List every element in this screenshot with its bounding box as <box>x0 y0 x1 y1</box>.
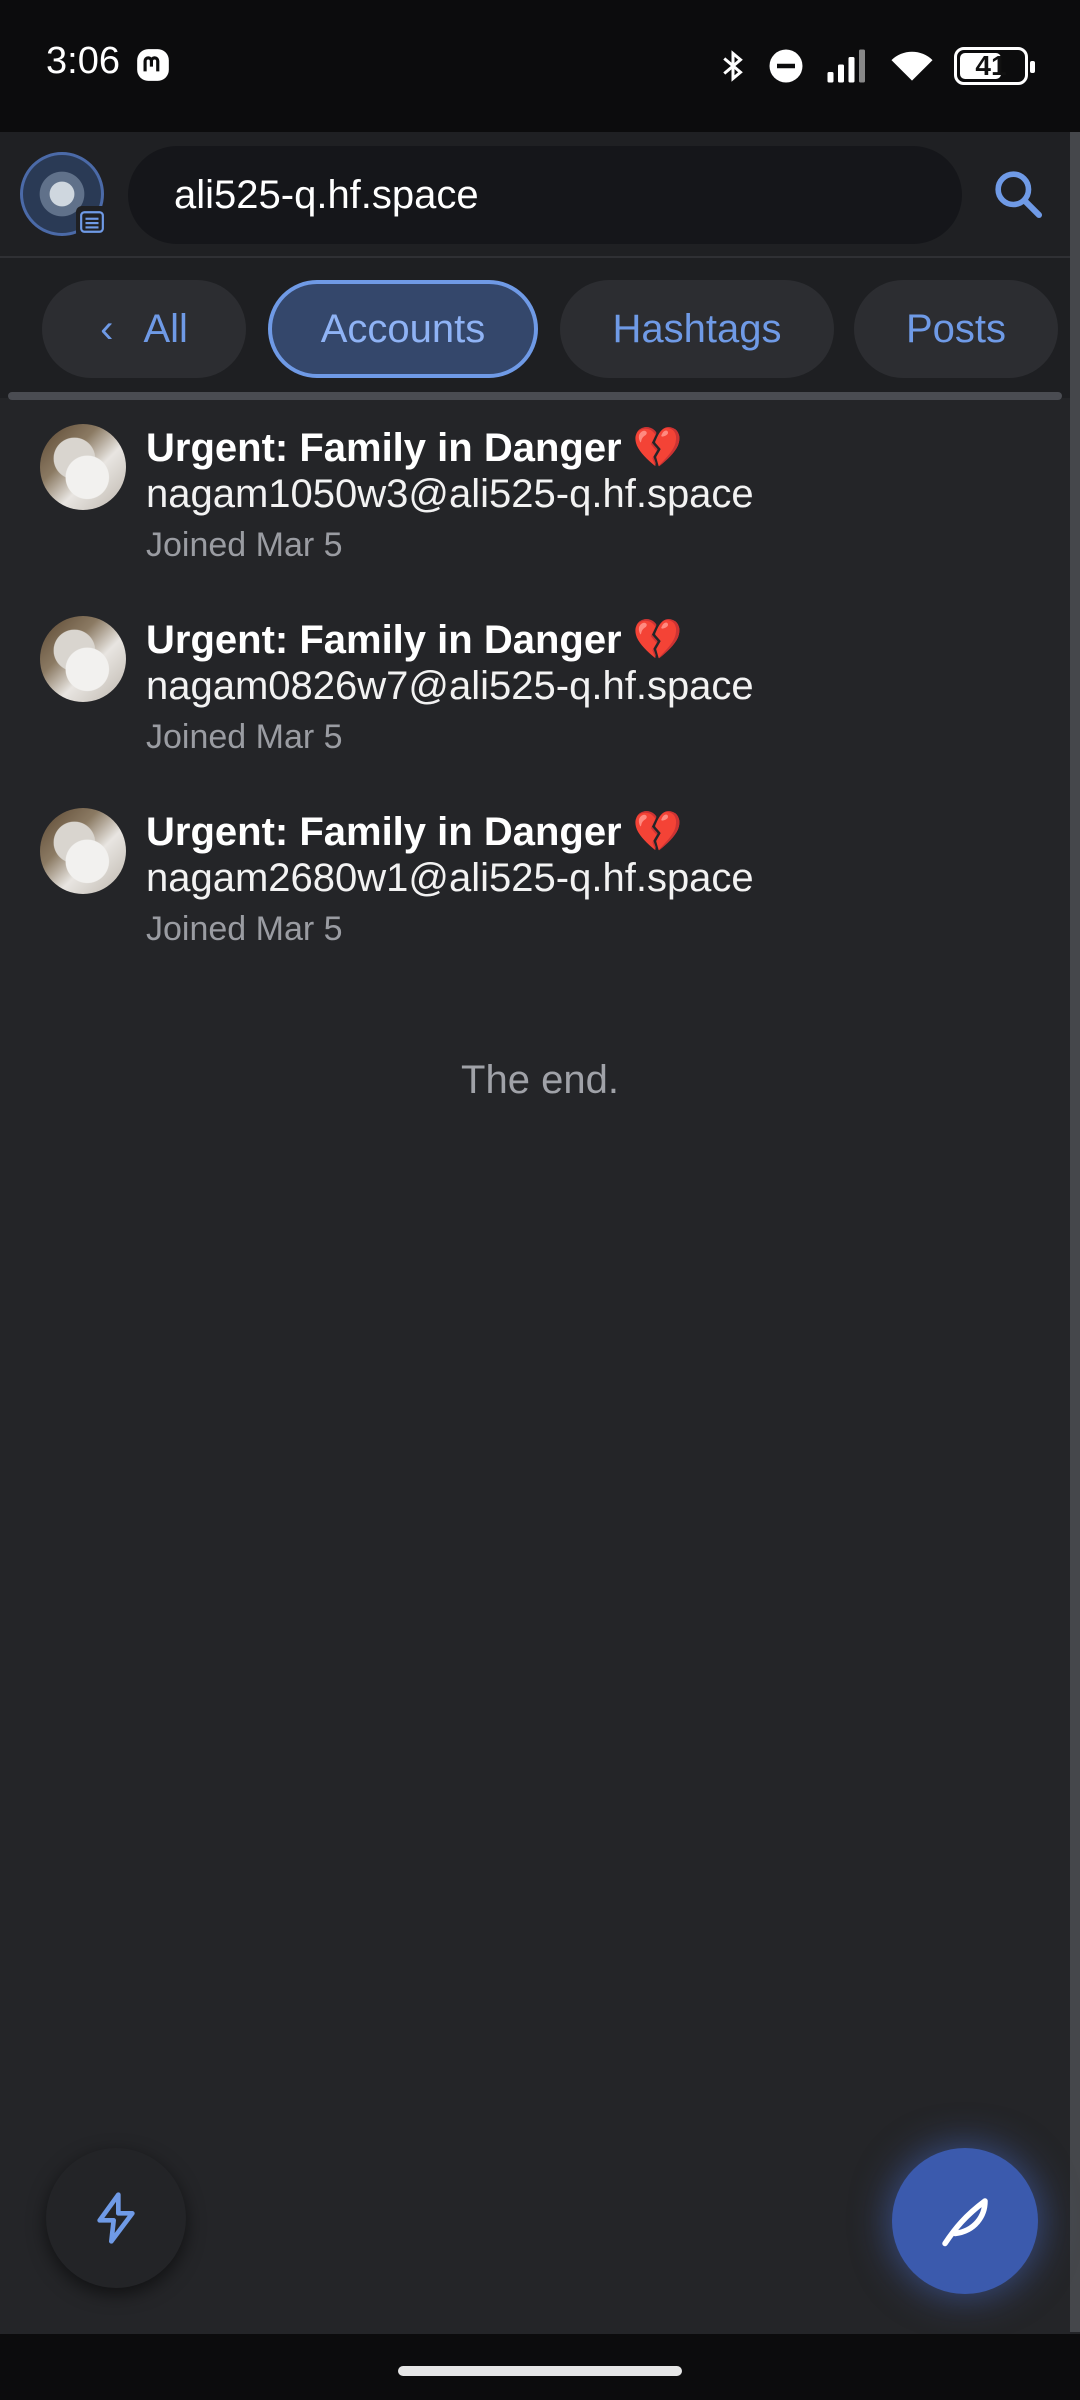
account-handle: nagam2680w1@ali525-q.hf.space <box>146 856 754 900</box>
filter-hashtags-label: Hashtags <box>612 306 782 351</box>
filter-posts-label: Posts <box>905 306 1007 351</box>
avatar <box>40 808 126 894</box>
filter-posts-tab[interactable]: Posts <box>854 280 1058 378</box>
account-display-name: Urgent: Family in Danger 💔 <box>146 810 683 854</box>
divider <box>8 392 1062 400</box>
filter-accounts-label: Accounts <box>320 306 486 351</box>
search-icon[interactable] <box>990 166 1046 222</box>
end-of-results-text: The end. <box>461 1058 619 1102</box>
filter-accounts-tab[interactable]: Accounts <box>268 280 538 378</box>
status-time: 3:06 <box>46 40 120 82</box>
status-icons: 41 <box>718 44 1035 88</box>
status-bar: 3:06 41 <box>0 0 1080 132</box>
account-handle: nagam0826w7@ali525-q.hf.space <box>146 664 754 708</box>
broken-heart-emoji: 💔 <box>632 810 683 854</box>
list-icon <box>76 206 108 238</box>
signal-icon <box>827 49 865 83</box>
account-results-list: Urgent: Family in Danger 💔 nagam1050w3@a… <box>0 410 1070 986</box>
battery-icon: 41 <box>954 47 1035 85</box>
account-avatar-button[interactable] <box>20 152 108 238</box>
filter-all-button[interactable]: ‹ All <box>42 280 246 378</box>
account-result-item[interactable]: Urgent: Family in Danger 💔 nagam0826w7@a… <box>0 602 1070 794</box>
home-indicator[interactable] <box>398 2366 682 2376</box>
account-handle: nagam1050w3@ali525-q.hf.space <box>146 472 754 516</box>
account-display-name: Urgent: Family in Danger 💔 <box>146 618 683 662</box>
account-joined-date: Joined Mar 5 <box>146 526 343 564</box>
shortcuts-button[interactable] <box>46 2148 186 2288</box>
avatar <box>40 616 126 702</box>
lightning-icon <box>97 2192 135 2244</box>
chevron-left-icon: ‹ <box>100 306 114 351</box>
feather-compose-icon <box>942 2198 988 2247</box>
filter-all-label: All <box>143 306 188 351</box>
filter-hashtags-tab[interactable]: Hashtags <box>560 280 834 378</box>
bluetooth-icon <box>723 50 743 82</box>
broken-heart-emoji: 💔 <box>632 426 683 470</box>
mastodon-icon <box>137 49 169 81</box>
account-result-item[interactable]: Urgent: Family in Danger 💔 nagam1050w3@a… <box>0 410 1070 602</box>
search-filter-bar: ‹ All Accounts Hashtags Posts <box>0 258 1070 398</box>
scrollbar-thumb[interactable] <box>1070 132 1080 2332</box>
compose-button[interactable] <box>892 2148 1038 2294</box>
avatar <box>40 424 126 510</box>
do-not-disturb-icon <box>769 49 803 83</box>
account-joined-date: Joined Mar 5 <box>146 910 343 948</box>
broken-heart-emoji: 💔 <box>632 618 683 662</box>
account-joined-date: Joined Mar 5 <box>146 718 343 756</box>
search-header <box>0 132 1070 258</box>
battery-level: 41 <box>975 50 1007 81</box>
account-display-name: Urgent: Family in Danger 💔 <box>146 426 683 470</box>
account-result-item[interactable]: Urgent: Family in Danger 💔 nagam2680w1@a… <box>0 794 1070 986</box>
wifi-icon <box>891 51 933 81</box>
search-input[interactable] <box>128 146 962 244</box>
